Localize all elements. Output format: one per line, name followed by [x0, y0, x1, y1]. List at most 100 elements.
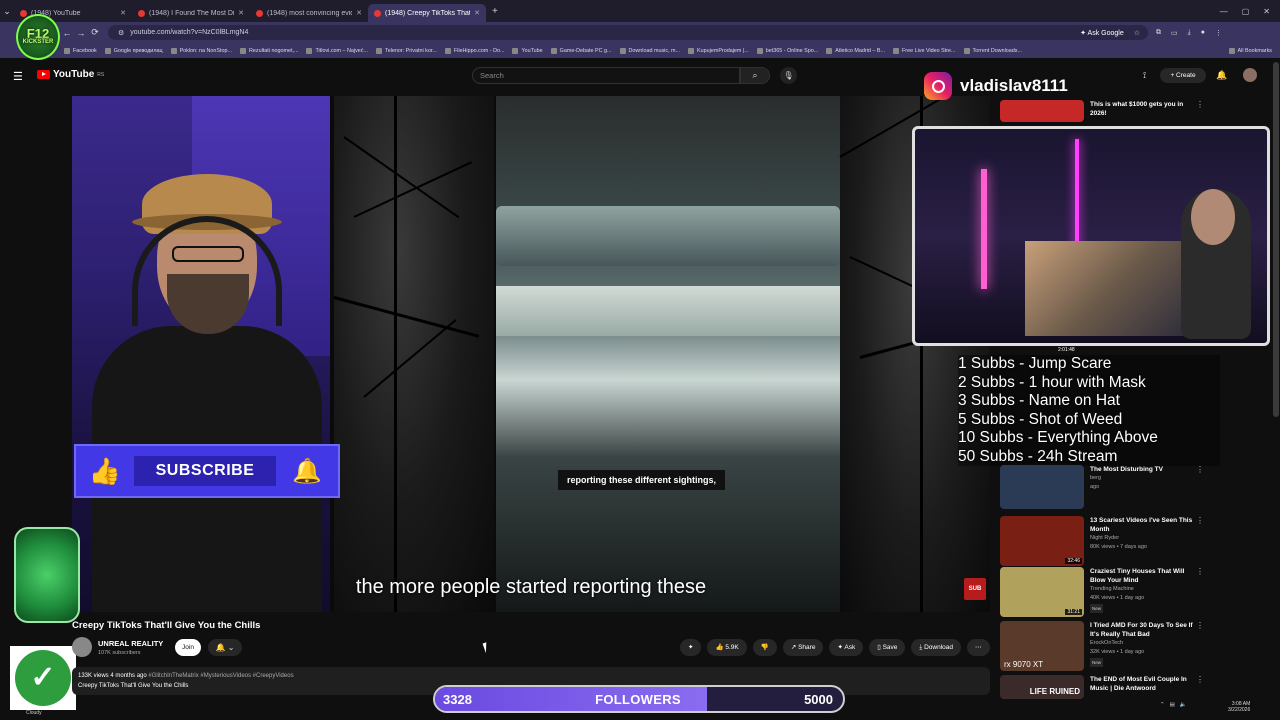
bookmark-item[interactable]: FileHippo.com - Do...: [444, 47, 504, 54]
browser-tab[interactable]: (1948) I Found The Most Disturb ✕: [132, 4, 250, 22]
recommendation-thumbnail[interactable]: 31:21: [1000, 567, 1084, 617]
extensions-icon[interactable]: ⧉: [1156, 29, 1161, 37]
recommendation-title[interactable]: I Tried AMD For 30 Days To See If It's R…: [1090, 621, 1200, 639]
channel-name[interactable]: UNREAL REALITY: [98, 639, 163, 648]
search-input[interactable]: Search: [472, 67, 740, 84]
volume-icon[interactable]: 🔈: [1180, 702, 1187, 708]
close-tab-icon[interactable]: ✕: [356, 9, 362, 17]
url-field[interactable]: ⚙ youtube.com/watch?v=NzC0lBLmgN4 ✦ Ask …: [108, 25, 1148, 40]
sub-goal: 5 Subbs - Shot of Weed: [958, 410, 1123, 428]
voice-search-icon[interactable]: 🎙: [780, 67, 797, 84]
youtube-logo[interactable]: YouTube RS: [37, 69, 104, 80]
system-clock[interactable]: 3:08 AM 3/22/2026: [1228, 701, 1250, 713]
bookmark-item[interactable]: Google преводилац: [104, 47, 163, 54]
channel-subscribers: 107K subscribers: [98, 650, 141, 656]
cast-icon[interactable]: ▭: [1171, 29, 1178, 37]
back-icon[interactable]: ←: [60, 28, 74, 38]
bookmark-favicon-icon: [64, 47, 70, 54]
recommendation-item[interactable]: 32:46 13 Scariest Videos I've Seen This …: [1000, 516, 1204, 568]
recommendation-thumbnail[interactable]: [1000, 465, 1084, 509]
bookmark-item[interactable]: Atletico Madrid – B...: [826, 47, 885, 54]
all-bookmarks[interactable]: All Bookmarks: [1228, 47, 1280, 54]
chevron-up-icon[interactable]: ⌃: [1160, 702, 1165, 708]
more-options-icon[interactable]: ⋮: [1196, 621, 1204, 630]
recommendation-item[interactable]: 31:21 Craziest Tiny Houses That Will Blo…: [1000, 567, 1204, 619]
notifications-icon[interactable]: 🔔: [1216, 70, 1227, 81]
browser-tab-active[interactable]: (1948) Creepy TikToks That ✕: [368, 4, 486, 22]
cast-icon[interactable]: ⟟: [1143, 70, 1146, 81]
recommendation-item[interactable]: rx 9070 XT I Tried AMD For 30 Days To Se…: [1000, 621, 1204, 673]
download-button[interactable]: ⤓ Download: [911, 639, 962, 656]
menu-icon[interactable]: ⋮: [1215, 29, 1222, 37]
share-button[interactable]: ↗ Share: [782, 639, 824, 656]
ask-button[interactable]: ✦ Ask: [829, 639, 864, 656]
bookmark-item[interactable]: Game-Debate PC g...: [550, 47, 612, 54]
bookmark-item[interactable]: Facebook: [64, 47, 97, 54]
site-info-icon[interactable]: ⚙: [118, 29, 124, 37]
bookmark-item[interactable]: Torrent Downloads...: [963, 47, 1022, 54]
recommendation-title[interactable]: The END of Most Evil Couple In Music | D…: [1090, 675, 1200, 693]
bookmark-item[interactable]: KupujemProdajem |...: [688, 47, 749, 54]
dislike-button[interactable]: 👎: [752, 639, 777, 656]
browser-tab[interactable]: (1948) most convincing eviden ✕: [250, 4, 368, 22]
download-icon[interactable]: ⤓: [1188, 29, 1191, 37]
recommendation-item[interactable]: The Most Disturbing TV berg ago ⋮: [1000, 465, 1204, 509]
bookmark-item[interactable]: Download music, m...: [619, 47, 680, 54]
recommendation-item[interactable]: This is what $1000 gets you in 2026! ⋮: [1000, 100, 1204, 122]
close-tab-icon[interactable]: ✕: [474, 9, 480, 17]
recommendation-title[interactable]: The Most Disturbing TV: [1090, 465, 1200, 474]
save-button[interactable]: ▯ Save: [869, 639, 906, 656]
more-options-icon[interactable]: ⋮: [1196, 567, 1204, 576]
more-options-icon[interactable]: ⋮: [1196, 100, 1204, 109]
embedded-subtitle: reporting these different sightings,: [558, 470, 726, 490]
bookmark-item[interactable]: Free Live Video Stre...: [893, 47, 956, 54]
close-tab-icon[interactable]: ✕: [238, 9, 244, 17]
maximize-icon[interactable]: ▢: [1242, 7, 1250, 16]
forward-icon[interactable]: →: [74, 28, 88, 38]
close-tab-icon[interactable]: ✕: [120, 9, 126, 17]
create-button[interactable]: + Create: [1160, 68, 1206, 83]
more-options-icon[interactable]: ⋮: [1196, 465, 1204, 474]
ask-google-button[interactable]: ✦ Ask Google: [1080, 29, 1124, 37]
recommendation-title[interactable]: Craziest Tiny Houses That Will Blow Your…: [1090, 567, 1200, 585]
profile-icon[interactable]: ●: [1201, 29, 1205, 37]
network-icon[interactable]: ▤: [1170, 702, 1175, 708]
reload-icon[interactable]: ⟳: [88, 27, 102, 38]
new-tab-icon[interactable]: +: [492, 6, 498, 17]
hashtags[interactable]: #GlitchInTheMatrix #MysteriousVideos #Cr…: [148, 673, 293, 679]
bookmark-item[interactable]: Telenor: Privatni kor...: [376, 47, 437, 54]
bookmark-favicon-icon: [512, 47, 519, 54]
join-button[interactable]: Join: [175, 639, 201, 656]
share-label: Share: [798, 644, 816, 651]
hamburger-menu-icon[interactable]: ☰: [13, 70, 23, 83]
channel-avatar[interactable]: [72, 637, 92, 657]
recommendation-thumbnail[interactable]: rx 9070 XT: [1000, 621, 1084, 671]
bookmark-item[interactable]: Poklon: na NonStop...: [170, 47, 232, 54]
close-window-icon[interactable]: ✕: [1263, 7, 1270, 16]
thumbs-up-icon: 👍: [715, 644, 724, 651]
bookmark-item[interactable]: Titlovi.com – Najveć...: [306, 47, 368, 54]
bookmark-item[interactable]: bet365 - Online Spo...: [756, 47, 818, 54]
bookmark-star-icon[interactable]: ☆: [1134, 29, 1140, 37]
more-options-icon[interactable]: ⋮: [1196, 675, 1204, 684]
recommendation-thumbnail[interactable]: [1000, 100, 1084, 122]
tab-search-icon[interactable]: ⌄: [0, 6, 14, 17]
recommendation-item[interactable]: LIFE RUINED The END of Most Evil Couple …: [1000, 675, 1204, 699]
bookmark-item[interactable]: Rezultati nogomet,...: [240, 47, 298, 54]
notification-bell-button[interactable]: 🔔 ⌄: [208, 639, 242, 656]
bookmark-item[interactable]: YouTube: [512, 47, 543, 54]
more-actions-button[interactable]: ⋯: [967, 639, 990, 656]
recommendation-thumbnail[interactable]: 32:46: [1000, 516, 1084, 566]
minimize-icon[interactable]: —: [1220, 7, 1228, 16]
branch: [343, 136, 460, 219]
tree-silhouette-left: [333, 96, 494, 612]
search-button[interactable]: ⌕: [740, 67, 770, 84]
recommendation-title[interactable]: This is what $1000 gets you in 2026!: [1090, 100, 1200, 118]
like-button[interactable]: 👍 5.9K: [707, 639, 747, 656]
clip-button[interactable]: ✦: [680, 639, 702, 656]
page-scrollbar[interactable]: [1273, 62, 1279, 417]
recommendation-title[interactable]: 13 Scariest Videos I've Seen This Month: [1090, 516, 1200, 534]
account-avatar[interactable]: [1243, 68, 1257, 82]
more-options-icon[interactable]: ⋮: [1196, 516, 1204, 525]
recommendation-thumbnail[interactable]: LIFE RUINED: [1000, 675, 1084, 699]
